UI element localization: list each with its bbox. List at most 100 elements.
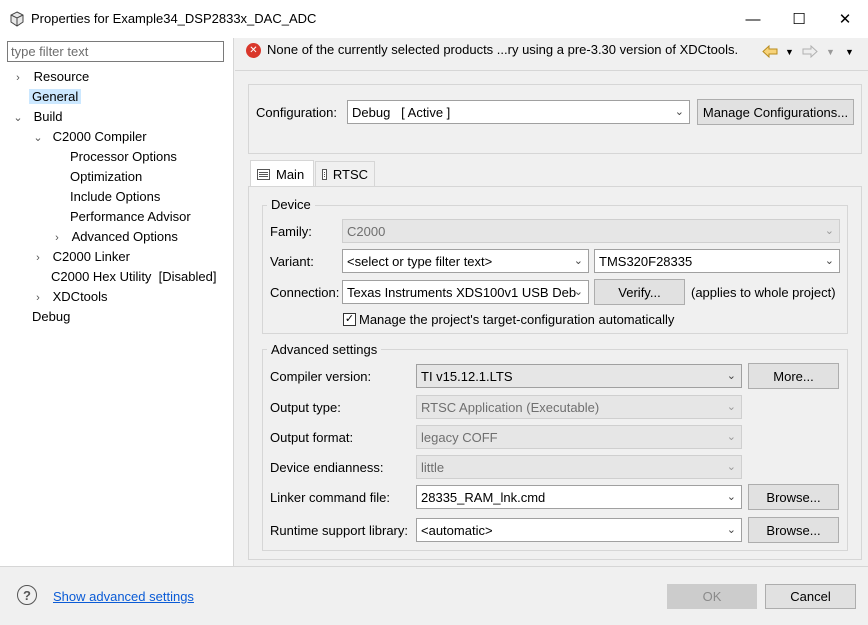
connection-select[interactable]: Texas Instruments XDS100v1 USB Deb ⌄: [342, 280, 589, 304]
output-format-value: legacy COFF: [421, 429, 498, 445]
output-type-select: RTSC Application (Executable) ⌄: [416, 395, 742, 419]
tree-item-advanced-options[interactable]: › Advanced Options: [51, 227, 178, 247]
view-menu-icon[interactable]: ▼: [845, 47, 854, 57]
chevron-down-icon: ⌄: [726, 461, 736, 473]
expand-arrow-icon[interactable]: ›: [51, 228, 63, 248]
verify-button[interactable]: Verify...: [594, 279, 685, 305]
chevron-down-icon: ⌄: [824, 255, 834, 267]
help-icon[interactable]: ?: [17, 585, 37, 605]
output-format-select: legacy COFF ⌄: [416, 425, 742, 449]
chevron-down-icon: ⌄: [726, 524, 736, 536]
manage-target-config-checkbox[interactable]: ✓: [343, 313, 356, 326]
tree-item-c2000-linker[interactable]: › C2000 Linker: [32, 247, 130, 267]
tree-label: Processor Options: [70, 149, 177, 164]
tree-label: Optimization: [70, 169, 143, 184]
runtime-library-label: Runtime support library:: [270, 523, 408, 538]
chevron-down-icon: ⌄: [674, 106, 684, 118]
family-select: C2000 ⌄: [342, 219, 840, 243]
tree-label: Debug: [32, 309, 71, 324]
app-icon: [10, 11, 24, 27]
manage-configurations-button[interactable]: Manage Configurations...: [697, 99, 854, 125]
forward-arrow-icon: [802, 45, 818, 58]
runtime-library-select[interactable]: <automatic> ⌄: [416, 518, 742, 542]
ok-button[interactable]: OK: [667, 584, 757, 609]
tree-item-resource[interactable]: › Resource: [12, 67, 89, 87]
tree-label: Advanced Options: [71, 229, 178, 244]
configuration-value: Debug [ Active ]: [352, 104, 451, 120]
tree-item-optimization[interactable]: Optimization: [70, 167, 142, 187]
variant-value: TMS320F28335: [599, 253, 693, 269]
tree-label: XDCtools: [52, 289, 108, 304]
tree-item-general[interactable]: General: [29, 87, 82, 107]
linker-command-file-label: Linker command file:: [270, 490, 390, 505]
filter-input[interactable]: [7, 41, 224, 62]
separator: [235, 70, 868, 71]
output-type-value: RTSC Application (Executable): [421, 399, 600, 415]
compiler-version-value: TI v15.12.1.LTS: [421, 368, 513, 384]
footer-separator: [0, 566, 868, 567]
device-endianness-value: little: [421, 459, 445, 475]
chevron-down-icon: ⌄: [726, 401, 736, 413]
chevron-down-icon: ⌄: [573, 286, 583, 298]
tree-item-xdctools[interactable]: › XDCtools: [32, 287, 108, 308]
output-type-label: Output type:: [270, 400, 341, 415]
tree-item-debug[interactable]: Debug: [32, 307, 70, 327]
expand-arrow-icon[interactable]: ›: [12, 68, 24, 88]
configuration-select[interactable]: Debug [ Active ] ⌄: [347, 100, 690, 124]
tree-item-c2000-compiler[interactable]: ⌄ C2000 Compiler: [32, 127, 147, 148]
tree-item-include-options[interactable]: Include Options: [70, 187, 160, 207]
tree-label: Include Options: [70, 189, 161, 204]
tab-main[interactable]: Main: [250, 160, 314, 187]
tree-label: C2000 Linker: [52, 249, 130, 264]
tab-label: RTSC: [332, 166, 368, 182]
device-endianness-label: Device endianness:: [270, 460, 384, 475]
chevron-down-icon: ⌄: [726, 491, 736, 503]
family-value: C2000: [347, 223, 386, 239]
forward-dropdown-icon: ▼: [826, 47, 835, 57]
close-icon: ✕: [838, 11, 852, 28]
runtime-library-value: <automatic>: [421, 522, 493, 538]
chevron-down-icon: ⌄: [824, 225, 834, 237]
device-group-title: Device: [267, 197, 315, 212]
tab-page-icon: [257, 168, 270, 180]
compiler-version-select[interactable]: TI v15.12.1.LTS ⌄: [416, 364, 742, 388]
more-button[interactable]: More...: [748, 363, 839, 389]
connection-value: Texas Instruments XDS100v1 USB Deb: [347, 284, 577, 300]
tree-label: General: [29, 89, 82, 104]
collapse-arrow-icon[interactable]: ⌄: [12, 108, 24, 128]
chevron-down-icon: ⌄: [726, 370, 736, 382]
tab-page-icon: [322, 168, 327, 180]
show-advanced-settings-link[interactable]: Show advanced settings: [53, 589, 194, 604]
maximize-button[interactable]: ☐: [776, 0, 822, 38]
tree-item-performance-advisor[interactable]: Performance Advisor: [70, 207, 191, 227]
tab-rtsc[interactable]: RTSC: [315, 161, 375, 186]
compiler-version-label: Compiler version:: [270, 369, 372, 384]
advanced-settings-title: Advanced settings: [267, 342, 382, 357]
expand-arrow-icon[interactable]: ›: [32, 248, 44, 268]
collapse-arrow-icon[interactable]: ⌄: [32, 128, 44, 148]
expand-arrow-icon[interactable]: ›: [32, 288, 44, 308]
close-button[interactable]: ✕: [822, 0, 868, 38]
browse-runtime-button[interactable]: Browse...: [748, 517, 839, 543]
tree-label: C2000 Compiler: [52, 129, 147, 144]
output-format-label: Output format:: [270, 430, 354, 445]
linker-command-file-select[interactable]: 28335_RAM_lnk.cmd ⌄: [416, 485, 742, 509]
tree-item-build[interactable]: ⌄ Build: [12, 107, 62, 128]
back-dropdown-icon[interactable]: ▼: [785, 47, 794, 57]
minimize-button[interactable]: —: [730, 0, 776, 38]
cancel-button[interactable]: Cancel: [765, 584, 856, 609]
manage-target-config-label: Manage the project's target-configuratio…: [359, 312, 675, 327]
tree-item-processor-options[interactable]: Processor Options: [70, 147, 177, 167]
variant-filter-select[interactable]: <select or type filter text> ⌄: [342, 249, 589, 273]
variant-select[interactable]: TMS320F28335 ⌄: [594, 249, 840, 273]
variant-label: Variant:: [270, 254, 314, 269]
back-arrow-icon[interactable]: [762, 45, 778, 58]
maximize-icon: ☐: [792, 11, 806, 28]
checkmark-icon: ✓: [344, 313, 355, 325]
family-label: Family:: [270, 224, 312, 239]
tree-label: Resource: [33, 69, 90, 84]
tree-item-c2000-hex-utility[interactable]: C2000 Hex Utility [Disabled]: [51, 267, 216, 287]
browse-linker-button[interactable]: Browse...: [748, 484, 839, 510]
tree-label: Performance Advisor: [70, 209, 191, 224]
variant-filter-value: <select or type filter text>: [347, 253, 493, 269]
